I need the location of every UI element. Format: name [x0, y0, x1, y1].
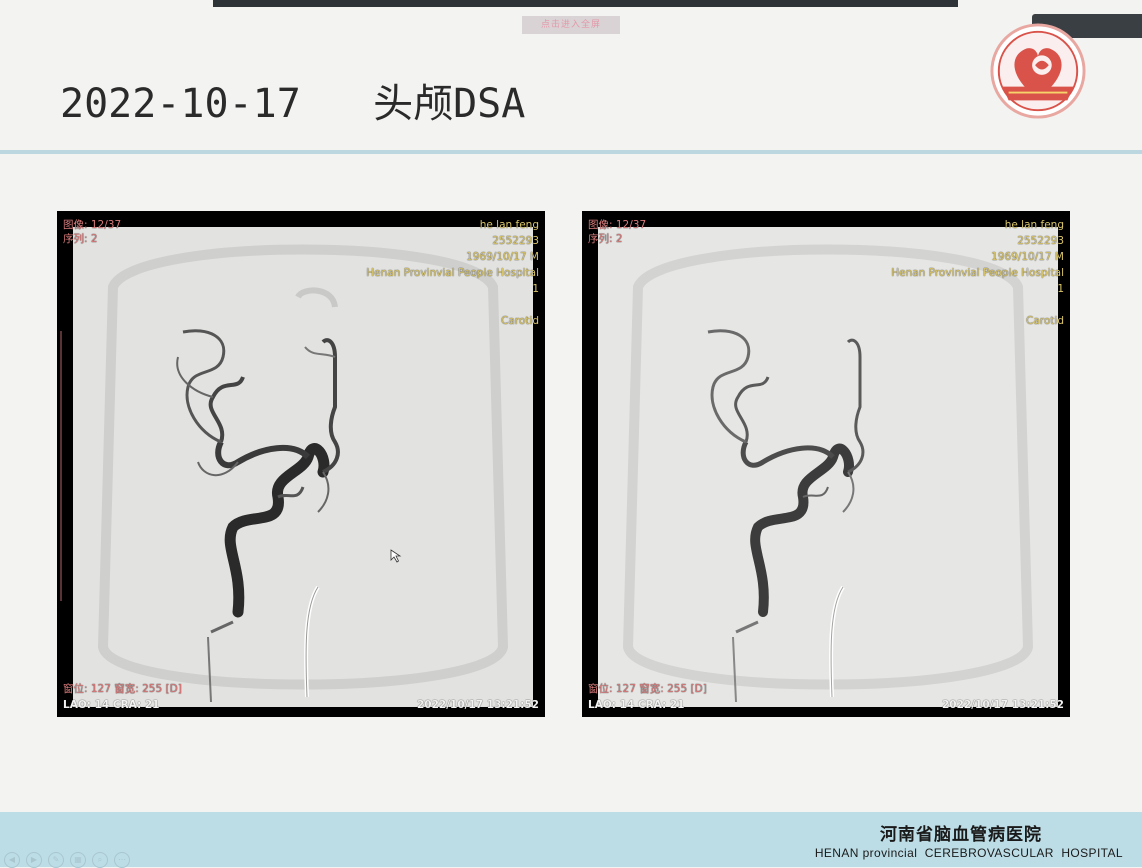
patient-name: he lan feng [1004, 219, 1064, 231]
presentation-control-icon[interactable]: ✎ [48, 852, 64, 868]
series-number: 序列: 2 [63, 233, 98, 245]
scale-marker [60, 331, 62, 601]
exam-region: Carotid [1026, 315, 1064, 327]
image-number: 1 [1057, 283, 1064, 295]
patient-name: he lan feng [479, 219, 539, 231]
patient-id: 2552293 [1017, 235, 1064, 247]
hospital-logo-icon [989, 22, 1087, 120]
image-number: 1 [532, 283, 539, 295]
page-title: 2022-10-17 头颅DSA [60, 81, 526, 127]
presentation-control-icon[interactable]: ⋯ [114, 852, 130, 868]
hospital-name-en: HENAN provincial CEREBROVASCULAR HOSPITA… [814, 846, 1123, 860]
image-count: 图像: 12/37 [588, 219, 647, 231]
presentation-control-icon[interactable]: ▦ [70, 852, 86, 868]
acquisition-datetime: 2022/10/17 13:21:52 [941, 699, 1064, 711]
institution-name: Henan Provinvial People Hospital [891, 267, 1064, 279]
presentation-control-icon[interactable]: ⌕ [92, 852, 108, 868]
presentation-controls: ◀ ▶ ✎ ▦ ⌕ ⋯ [4, 852, 130, 868]
dob-sex: 1969/10/17 M [991, 251, 1064, 263]
angiogram-image [598, 227, 1058, 707]
angiogram-image [73, 227, 533, 707]
patient-id: 2552293 [492, 235, 539, 247]
hospital-name-cn: 河南省脑血管病医院 [880, 825, 1042, 845]
title-divider [0, 150, 1142, 154]
fullscreen-label[interactable]: 点击进入全屏 [522, 16, 620, 34]
dsa-viewer-left[interactable]: 图像: 12/37 序列: 2 he lan feng 2552293 1969… [57, 211, 545, 717]
acquisition-datetime: 2022/10/17 13:21:52 [416, 699, 539, 711]
presentation-control-icon[interactable]: ▶ [26, 852, 42, 868]
window-level: 窗位: 127 窗宽: 255 [D] [588, 683, 707, 695]
window-level: 窗位: 127 窗宽: 255 [D] [63, 683, 182, 695]
exam-region: Carotid [501, 315, 539, 327]
dob-sex: 1969/10/17 M [466, 251, 539, 263]
top-window-bar [213, 0, 958, 7]
dsa-viewer-right[interactable]: 图像: 12/37 序列: 2 he lan feng 2552293 1969… [582, 211, 1070, 717]
projection-angles: LAO: 14 CRA: 21 [63, 699, 160, 711]
presentation-control-icon[interactable]: ◀ [4, 852, 20, 868]
series-number: 序列: 2 [588, 233, 623, 245]
image-count: 图像: 12/37 [63, 219, 122, 231]
institution-name: Henan Provinvial People Hospital [366, 267, 539, 279]
projection-angles: LAO: 14 CRA: 21 [588, 699, 685, 711]
